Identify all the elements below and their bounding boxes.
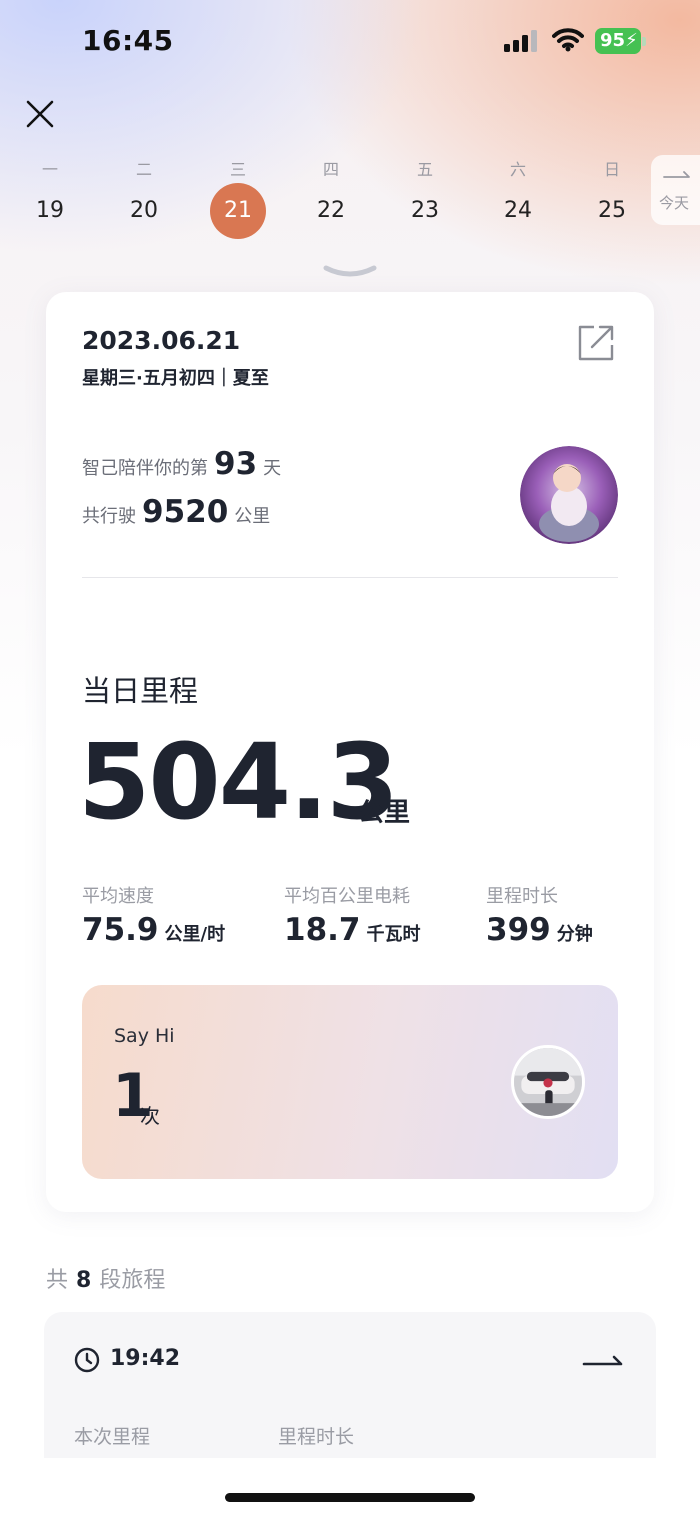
avg-speed-value: 75.9 公里/时	[82, 912, 226, 948]
weekday-sat: 六	[509, 160, 526, 179]
daily-mileage-unit: 公里	[358, 798, 411, 828]
share-icon[interactable]	[576, 323, 616, 363]
battery-level: 95⚡	[595, 28, 641, 54]
wifi-icon	[552, 28, 584, 52]
clock-icon	[74, 1347, 100, 1373]
day-19[interactable]: 19	[22, 188, 78, 234]
arrow-right-icon[interactable]	[582, 1352, 624, 1368]
today-label: 今天	[659, 194, 690, 212]
duration-label: 里程时长	[486, 886, 558, 907]
status-time: 16:45	[82, 24, 174, 57]
home-indicator[interactable]	[225, 1493, 475, 1502]
say-hi-label: Say Hi	[114, 1025, 175, 1047]
weekday-wed: 三	[229, 160, 246, 179]
daily-mileage-value: 504.3	[78, 721, 399, 843]
lunar-date: 星期三·五月初四｜夏至	[82, 368, 269, 389]
weekday-tue: 二	[135, 160, 152, 179]
battery-icon: 95⚡	[595, 28, 647, 54]
divider	[82, 577, 618, 578]
avatar[interactable]	[520, 446, 618, 544]
bottom-area	[0, 1458, 700, 1514]
day-24[interactable]: 24	[490, 188, 546, 234]
arrow-right-icon	[663, 171, 690, 178]
day-25[interactable]: 25	[584, 188, 640, 234]
energy-value: 18.7 千瓦时	[284, 912, 421, 948]
trip-count: 共 8 段旅程	[46, 1268, 166, 1293]
avg-speed-label: 平均速度	[82, 886, 154, 907]
signal-icon	[504, 30, 537, 52]
duration-value: 399 分钟	[486, 912, 593, 948]
say-hi-unit: 次	[140, 1104, 160, 1128]
today-button[interactable]: 今天	[651, 155, 700, 225]
day-20[interactable]: 20	[116, 188, 172, 234]
day-22[interactable]: 22	[303, 188, 359, 234]
close-icon[interactable]	[22, 96, 58, 132]
day-23[interactable]: 23	[397, 188, 453, 234]
trip-start-time: 19:42	[110, 1346, 181, 1371]
daily-mileage-title: 当日里程	[82, 674, 199, 708]
weekday-fri: 五	[416, 160, 433, 179]
chevron-down-icon[interactable]	[322, 262, 378, 280]
weekday-thu: 四	[322, 160, 339, 179]
weekday-mon: 一	[41, 160, 58, 179]
total-distance: 共行驶 9520 公里	[82, 494, 271, 530]
day-21-selected[interactable]: 21	[210, 183, 266, 239]
energy-label: 平均百公里电耗	[284, 886, 410, 907]
companion-days: 智己陪伴你的第 93 天	[82, 446, 282, 482]
trip-distance-label: 本次里程	[74, 1426, 151, 1448]
weekday-sun: 日	[603, 160, 620, 179]
date-title: 2023.06.21	[82, 326, 241, 355]
trip-duration-label: 里程时长	[278, 1426, 355, 1448]
car-avatar[interactable]	[511, 1045, 585, 1119]
